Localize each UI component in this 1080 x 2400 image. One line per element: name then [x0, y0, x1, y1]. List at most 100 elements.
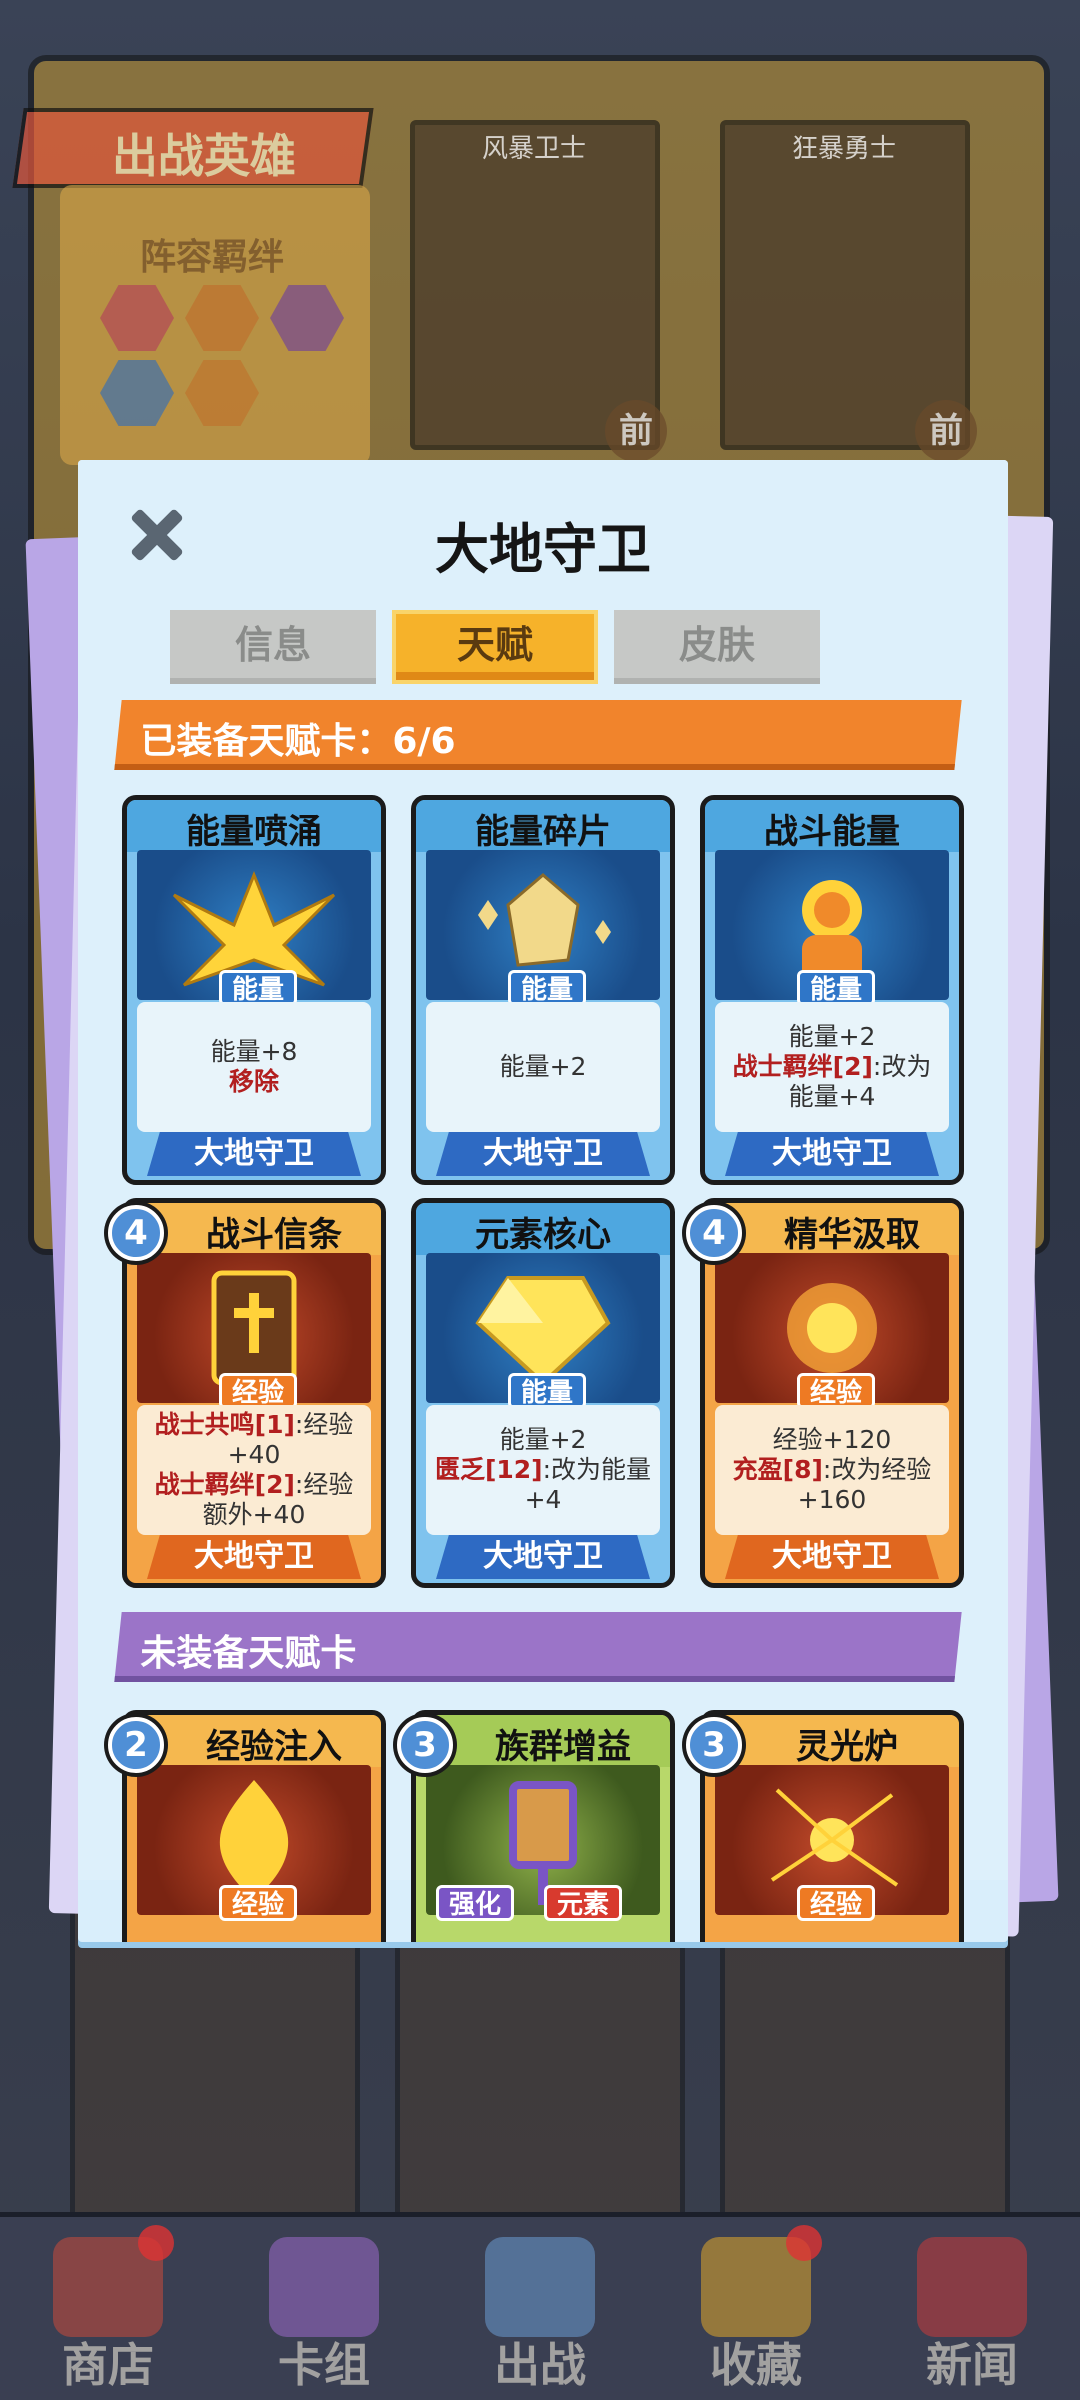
card-type-badge: 经验 — [797, 1885, 876, 1921]
bond-text-cont: +4 — [524, 1485, 562, 1514]
lineup-title-banner: 出战英雄 — [12, 108, 374, 188]
bond-text: :改为能量 — [542, 1455, 652, 1484]
card-bond-effect: 战士羁绊[2]:改为 — [715, 1052, 949, 1082]
card-type-badge: 元素 — [544, 1885, 623, 1921]
card-bond-effect-2: 能量+4 — [788, 1082, 876, 1111]
tab-info[interactable]: 信息 — [170, 610, 376, 684]
card-type-badge: 能量 — [508, 1373, 587, 1409]
card-bond-effect: 战士羁绊[2]:经验 — [137, 1470, 371, 1500]
card-hero-name: 大地守卫 — [436, 1132, 650, 1176]
bond-label: 战士羁绊[2] — [732, 1052, 873, 1081]
nav-label: 商店 — [62, 2338, 154, 2392]
tab-bar: 信息 天赋 皮肤 — [170, 610, 820, 686]
nav-deck[interactable]: 卡组 — [216, 2217, 432, 2400]
cost-badge: 3 — [397, 1717, 453, 1773]
hero-card — [720, 120, 970, 450]
talent-modal: 大地守卫 信息 天赋 皮肤 已装备天赋卡：6/6 能量喷涌 能量 能量+8 移除… — [78, 460, 1008, 1942]
card-type-badge: 能量 — [508, 970, 587, 1006]
card-hero-name: 大地守卫 — [725, 1535, 939, 1579]
cost-badge: 3 — [686, 1717, 742, 1773]
bond-title: 阵容羁绊 — [140, 237, 285, 278]
notification-dot — [786, 2225, 822, 2261]
bond-text-cont: 额外+40 — [202, 1500, 306, 1529]
talent-card-battle-creed[interactable]: 战斗信条 经验 战士共鸣[1]:经验 +40 战士羁绊[2]:经验 额外+40 … — [122, 1198, 386, 1588]
card-name: 灵光炉 — [796, 1727, 898, 1767]
card-description: 能量+8 移除 — [137, 1002, 371, 1132]
unequipped-banner: 未装备天赋卡 — [114, 1612, 962, 1682]
talent-card-battle-energy[interactable]: 战斗能量 能量 能量+2 战士羁绊[2]:改为 能量+4 大地守卫 — [700, 795, 964, 1185]
card-hero-name: 大地守卫 — [436, 1535, 650, 1579]
cost-badge: 4 — [686, 1205, 742, 1261]
nav-battle[interactable]: 出战 — [432, 2217, 648, 2400]
nav-collection[interactable]: 收藏 — [648, 2217, 864, 2400]
card-bond-effect: 充盈[8]:改为经验 — [715, 1455, 949, 1485]
tab-talent[interactable]: 天赋 — [392, 610, 598, 684]
card-name: 战斗信条 — [206, 1215, 342, 1255]
unequipped-banner-label: 未装备天赋卡 — [140, 1633, 357, 1674]
card-name: 能量碎片 — [475, 812, 611, 852]
talent-card-element-core[interactable]: 元素核心 能量 能量+2 匮乏[12]:改为能量 +4 大地守卫 — [411, 1198, 675, 1588]
modal-title: 大地守卫 — [435, 518, 651, 581]
card-name: 能量喷涌 — [186, 812, 322, 852]
card-name: 经验注入 — [206, 1727, 342, 1767]
card-hero-name: 大地守卫 — [725, 1132, 939, 1176]
bond-text-cont: +40 — [227, 1440, 281, 1469]
news-icon — [917, 2237, 1027, 2337]
card-type-badge: 经验 — [797, 1373, 876, 1409]
card-description: 能量+2 匮乏[12]:改为能量 +4 — [426, 1405, 660, 1535]
deck-icon — [269, 2237, 379, 2337]
card-name: 战斗能量 — [764, 812, 900, 852]
card-hero-name: 大地守卫 — [147, 1132, 361, 1176]
battle-icon — [485, 2237, 595, 2337]
cost-badge: 2 — [108, 1717, 164, 1773]
card-effect: 能量+2 — [499, 1425, 587, 1454]
nav-shop[interactable]: 商店 — [0, 2217, 216, 2400]
position-tag: 前 — [605, 400, 667, 462]
modal-body: 大地守卫 信息 天赋 皮肤 已装备天赋卡：6/6 能量喷涌 能量 能量+8 移除… — [78, 460, 1008, 1942]
equipped-banner: 已装备天赋卡：6/6 — [114, 700, 962, 770]
card-effect: 能量+2 — [499, 1052, 587, 1081]
nav-news[interactable]: 新闻 — [864, 2217, 1080, 2400]
bond-text: :经验 — [294, 1470, 354, 1499]
card-bond-effect: 战士共鸣[1]:经验 — [137, 1410, 371, 1440]
bond-label: 充盈[8] — [732, 1455, 823, 1484]
remove-label[interactable]: 移除 — [137, 1067, 371, 1097]
card-description: 经验+120 充盈[8]:改为经验 +160 — [715, 1405, 949, 1535]
card-hero-name: 大地守卫 — [147, 1535, 361, 1579]
card-name: 元素核心 — [475, 1215, 611, 1255]
bond-label: 匮乏[12] — [434, 1455, 543, 1484]
nav-label: 收藏 — [710, 2338, 802, 2392]
card-description: 能量+2 战士羁绊[2]:改为 能量+4 — [715, 1002, 949, 1132]
talent-card-energy-burst[interactable]: 能量喷涌 能量 能量+8 移除 大地守卫 — [122, 795, 386, 1185]
bond-text-cont: +160 — [797, 1485, 867, 1514]
talent-card-essence-drain[interactable]: 精华汲取 经验 经验+120 充盈[8]:改为经验 +160 大地守卫 — [700, 1198, 964, 1588]
card-type-badge: 能量 — [219, 970, 298, 1006]
cost-badge: 4 — [108, 1205, 164, 1261]
bond-text: :改为 — [872, 1052, 932, 1081]
card-effect: 能量+8 — [210, 1037, 298, 1066]
tab-skin[interactable]: 皮肤 — [614, 610, 820, 684]
card-name: 精华汲取 — [784, 1215, 920, 1255]
card-type-badge: 强化 — [436, 1885, 515, 1921]
bond-label: 战士羁绊[2] — [154, 1470, 295, 1499]
nav-label: 卡组 — [278, 2338, 370, 2392]
talent-card-energy-shard[interactable]: 能量碎片 能量 能量+2 大地守卫 — [411, 795, 675, 1185]
card-description: 战士共鸣[1]:经验 +40 战士羁绊[2]:经验 额外+40 — [137, 1405, 371, 1535]
hero-card-name: 狂暴勇士 — [792, 134, 897, 164]
card-type-badge: 经验 — [219, 1885, 298, 1921]
card-type-badge: 经验 — [219, 1373, 298, 1409]
equipped-banner-label: 已装备天赋卡：6/6 — [140, 721, 456, 762]
position-tag: 前 — [915, 400, 977, 462]
nav-label: 出战 — [494, 2338, 586, 2392]
lineup-title: 出战英雄 — [111, 129, 296, 183]
bond-text: :改为经验 — [822, 1455, 932, 1484]
bond-label: 战士共鸣[1] — [154, 1410, 295, 1439]
card-effect: 能量+2 — [788, 1022, 876, 1051]
bond-text: :经验 — [294, 1410, 354, 1439]
nav-label: 新闻 — [926, 2338, 1018, 2392]
card-description: 能量+2 — [426, 1002, 660, 1132]
notification-dot — [138, 2225, 174, 2261]
card-bond-effect: 匮乏[12]:改为能量 — [426, 1455, 660, 1485]
card-effect: 经验+120 — [772, 1425, 892, 1454]
bottom-nav: 商店 卡组 出战 收藏 新闻 — [0, 2212, 1080, 2400]
